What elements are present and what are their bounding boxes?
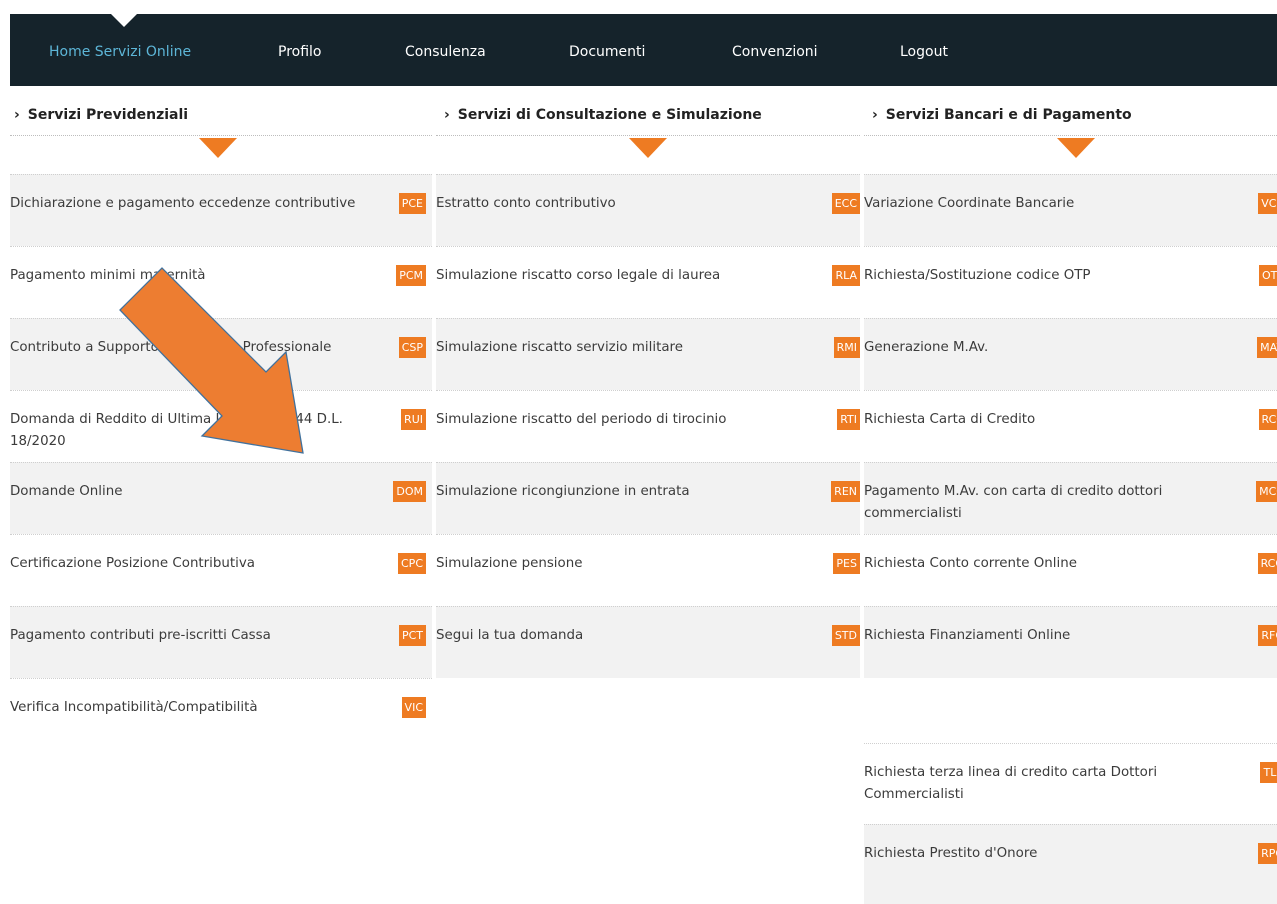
service-code-badge: CPC [398, 553, 426, 574]
service-code-badge: OTP [1258, 265, 1277, 286]
service-label: Simulazione riscatto del periodo di tiro… [436, 412, 727, 427]
service-item-vic[interactable]: Verifica Incompatibilità/Compatibilità VI… [10, 678, 432, 750]
service-label: Segui la tua domanda [436, 628, 584, 643]
nav-logout[interactable]: Logout [900, 44, 948, 60]
service-item-pct[interactable]: Pagamento contributi pre-iscritti Cassa P… [10, 606, 432, 678]
service-code-badge: STD [831, 625, 860, 646]
nav-documenti[interactable]: Documenti [569, 44, 645, 60]
service-label: Certificazione Posizione Contributiva [10, 556, 255, 571]
triangle-down-icon [199, 138, 237, 158]
service-item-tlc[interactable]: Richiesta terza linea di credito carta D… [864, 743, 1277, 801]
chevron-right-icon: › [444, 107, 450, 123]
nav-consulenza[interactable]: Consulenza [405, 44, 486, 60]
service-label: Variazione Coordinate Bancarie [864, 196, 1075, 211]
service-item-rfo[interactable]: Richiesta Finanziamenti Online RFO [864, 606, 1277, 678]
service-label: Richiesta terza linea di credito carta D… [864, 765, 1158, 801]
service-item-dom[interactable]: Domande Online DOM [10, 462, 432, 534]
service-code-badge: RTI [837, 409, 860, 430]
column-header-0[interactable]: › Servizi Previdenziali [10, 86, 432, 136]
column-title: Servizi Previdenziali [27, 107, 189, 123]
service-code-badge: CSP [398, 337, 426, 358]
service-code-badge: REN [831, 481, 860, 502]
service-label: Domande Online [10, 484, 123, 499]
service-code-badge: RLA [832, 265, 860, 286]
service-item-pes[interactable]: Simulazione pensione PES [436, 534, 860, 606]
column-header-1[interactable]: › Servizi di Consultazione e Simulazione [436, 86, 860, 136]
nav-home-servizi-online[interactable]: Home Servizi Online [49, 44, 191, 60]
service-item-mav[interactable]: Generazione M.Av. MAV [864, 318, 1277, 390]
service-item-rcc[interactable]: Richiesta Carta di Credito RCC [864, 390, 1277, 462]
service-code-badge: RCC [1258, 409, 1277, 430]
service-code-badge: RUI [401, 409, 426, 430]
active-tab-notch [111, 14, 137, 27]
service-item-vcb[interactable]: Variazione Coordinate Bancarie VCB [864, 174, 1277, 246]
service-code-badge: PES [833, 553, 860, 574]
service-code-badge: PCE [398, 193, 426, 214]
service-item-pcm[interactable]: Pagamento minimi maternità PCM [10, 246, 432, 318]
service-item-cpc[interactable]: Certificazione Posizione Contributiva CPC [10, 534, 432, 606]
column-title: Servizi di Consultazione e Simulazione [457, 107, 762, 123]
service-label: Verifica Incompatibilità/Compatibilità [10, 700, 258, 715]
service-item-ecc[interactable]: Estratto conto contributivo ECC [436, 174, 860, 246]
service-item-mcc[interactable]: Pagamento M.Av. con carta di credito dot… [864, 462, 1277, 534]
service-item-csp[interactable]: Contributo a Supporto dell'attività Prof… [10, 318, 432, 390]
service-label: Simulazione riscatto servizio militare [436, 340, 683, 355]
service-label: Richiesta Carta di Credito [864, 412, 1036, 427]
column-title: Servizi Bancari e di Pagamento [885, 107, 1132, 123]
service-item-otp[interactable]: Richiesta/Sostituzione codice OTP OTP [864, 246, 1277, 318]
service-label: Domanda di Reddito di Ultima Istanza art… [10, 412, 343, 449]
nav-convenzioni[interactable]: Convenzioni [732, 44, 818, 60]
service-item-rco[interactable]: Richiesta Conto corrente Online RCO [864, 534, 1277, 606]
service-item-rti[interactable]: Simulazione riscatto del periodo di tiro… [436, 390, 860, 462]
service-item-std[interactable]: Segui la tua domanda STD [436, 606, 860, 678]
service-label: Simulazione pensione [436, 556, 583, 571]
chevron-right-icon: › [14, 107, 20, 123]
service-item-rui[interactable]: Domanda di Reddito di Ultima Istanza art… [10, 390, 432, 462]
service-label: Estratto conto contributivo [436, 196, 616, 211]
service-item-ren[interactable]: Simulazione ricongiunzione in entrata REN [436, 462, 860, 534]
service-code-badge: PCM [396, 265, 426, 286]
service-item-rla[interactable]: Simulazione riscatto corso legale di lau… [436, 246, 860, 318]
service-code-badge: RPO [1258, 843, 1277, 864]
service-label: Richiesta Prestito d'Onore [864, 846, 1038, 861]
service-code-badge: ECC [831, 193, 860, 214]
service-label: Pagamento M.Av. con carta di credito dot… [864, 484, 1163, 521]
service-label: Richiesta/Sostituzione codice OTP [864, 268, 1091, 283]
triangle-down-icon [629, 138, 667, 158]
service-item-rpo[interactable]: Richiesta Prestito d'Onore RPO [864, 824, 1277, 904]
service-code-badge: PCT [398, 625, 426, 646]
column-header-2[interactable]: › Servizi Bancari e di Pagamento [864, 86, 1277, 136]
service-code-badge: TLC [1260, 762, 1277, 783]
service-label: Simulazione riscatto corso legale di lau… [436, 268, 721, 283]
service-code-badge: VIC [401, 697, 426, 718]
service-label: Pagamento contributi pre-iscritti Cassa [10, 628, 271, 643]
triangle-down-icon [1057, 138, 1095, 158]
service-label: Dichiarazione e pagamento eccedenze cont… [10, 196, 356, 211]
service-code-badge: DOM [393, 481, 426, 502]
service-label: Pagamento minimi maternità [10, 268, 206, 283]
service-label: Generazione M.Av. [864, 340, 989, 355]
service-code-badge: MAV [1257, 337, 1277, 358]
service-item-rmi[interactable]: Simulazione riscatto servizio militare RM… [436, 318, 860, 390]
service-code-badge: RCO [1257, 553, 1277, 574]
service-code-badge: RMI [833, 337, 860, 358]
top-navbar: Home Servizi Online Profilo Consulenza D… [10, 14, 1277, 86]
service-label: Contributo a Supporto dell'attività Prof… [10, 340, 332, 355]
service-label: Simulazione ricongiunzione in entrata [436, 484, 690, 499]
chevron-right-icon: › [872, 107, 878, 123]
service-code-badge: VCB [1258, 193, 1277, 214]
nav-profilo[interactable]: Profilo [278, 44, 321, 60]
service-label: Richiesta Finanziamenti Online [864, 628, 1071, 643]
service-item-pce[interactable]: Dichiarazione e pagamento eccedenze cont… [10, 174, 432, 246]
service-code-badge: RFO [1258, 625, 1277, 646]
service-label: Richiesta Conto corrente Online [864, 556, 1077, 571]
service-code-badge: MCC [1256, 481, 1277, 502]
